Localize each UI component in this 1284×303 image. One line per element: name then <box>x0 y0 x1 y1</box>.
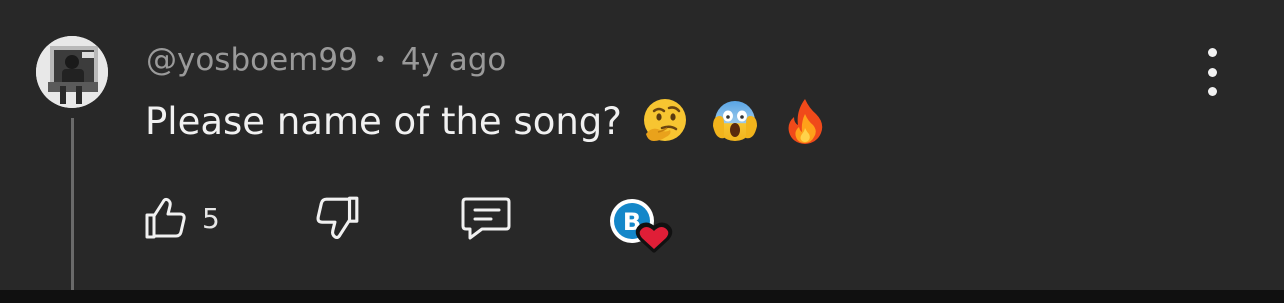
creator-heart-icon <box>635 222 673 253</box>
thumbs-down-icon <box>316 196 359 240</box>
comment-meta: @yosboem99 • 4y ago <box>146 40 506 80</box>
fire-emoji <box>788 99 823 144</box>
more-options-button[interactable] <box>1196 48 1228 96</box>
comment-card: @yosboem99 • 4y ago Please name of the s… <box>0 0 1284 303</box>
thumbs-up-icon <box>145 197 186 239</box>
thinking-face-emoji <box>643 99 686 141</box>
more-vertical-icon <box>1207 48 1217 57</box>
reply-button[interactable] <box>460 190 514 246</box>
dislike-button[interactable] <box>313 190 361 246</box>
like-count: 5 <box>202 201 220 235</box>
reply-comment-icon <box>461 197 511 240</box>
timestamp: 4y ago <box>400 42 507 78</box>
bottom-divider <box>0 290 1284 303</box>
avatar[interactable] <box>36 36 108 108</box>
like-button[interactable]: 5 <box>144 190 220 246</box>
screaming-in-fear-emoji <box>712 101 757 141</box>
meta-separator: • <box>373 47 387 73</box>
avatar-image <box>36 36 108 108</box>
comment-body: Please name of the song? <box>145 96 830 146</box>
creator-heart-badge: B <box>604 194 676 254</box>
comment-text: Please name of the song? <box>145 99 622 143</box>
comment-actions: 5 B <box>0 190 800 253</box>
author-handle[interactable]: @yosboem99 <box>146 42 358 78</box>
